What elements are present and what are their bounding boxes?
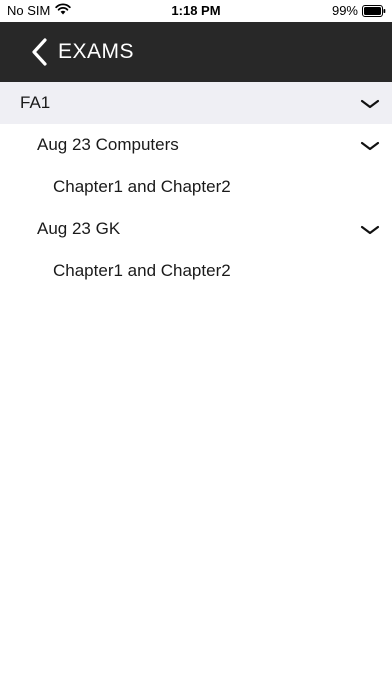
exam-row-computers[interactable]: Aug 23 Computers bbox=[0, 124, 392, 166]
battery-icon bbox=[362, 5, 386, 17]
chevron-left-icon bbox=[28, 38, 52, 72]
app-screen: No SIM 1:18 PM 99% EXAMS FA1 Aug 23 Comp… bbox=[0, 0, 392, 696]
back-button[interactable] bbox=[28, 36, 52, 68]
exam-row-gk[interactable]: Aug 23 GK bbox=[0, 208, 392, 250]
group-label: FA1 bbox=[20, 93, 51, 112]
chapter-row-computers[interactable]: Chapter1 and Chapter2 bbox=[0, 166, 392, 208]
exam-list: FA1 Aug 23 Computers Chapter1 and Chapte… bbox=[0, 82, 392, 292]
status-bar: No SIM 1:18 PM 99% bbox=[0, 0, 392, 22]
exam-label: Aug 23 Computers bbox=[37, 135, 179, 154]
battery-percent: 99% bbox=[331, 3, 358, 18]
page-title: EXAMS bbox=[58, 40, 135, 63]
chevron-down-icon[interactable] bbox=[360, 97, 380, 109]
chapter-label: Chapter1 and Chapter2 bbox=[53, 261, 231, 280]
chapter-label: Chapter1 and Chapter2 bbox=[53, 177, 231, 196]
chevron-down-icon[interactable] bbox=[360, 139, 380, 151]
status-right: 99% bbox=[331, 3, 386, 18]
exam-label: Aug 23 GK bbox=[37, 219, 121, 238]
chapter-row-gk[interactable]: Chapter1 and Chapter2 bbox=[0, 250, 392, 292]
chevron-down-icon[interactable] bbox=[360, 223, 380, 235]
group-row-fa1[interactable]: FA1 bbox=[0, 82, 392, 124]
navigation-bar: EXAMS bbox=[0, 22, 392, 82]
